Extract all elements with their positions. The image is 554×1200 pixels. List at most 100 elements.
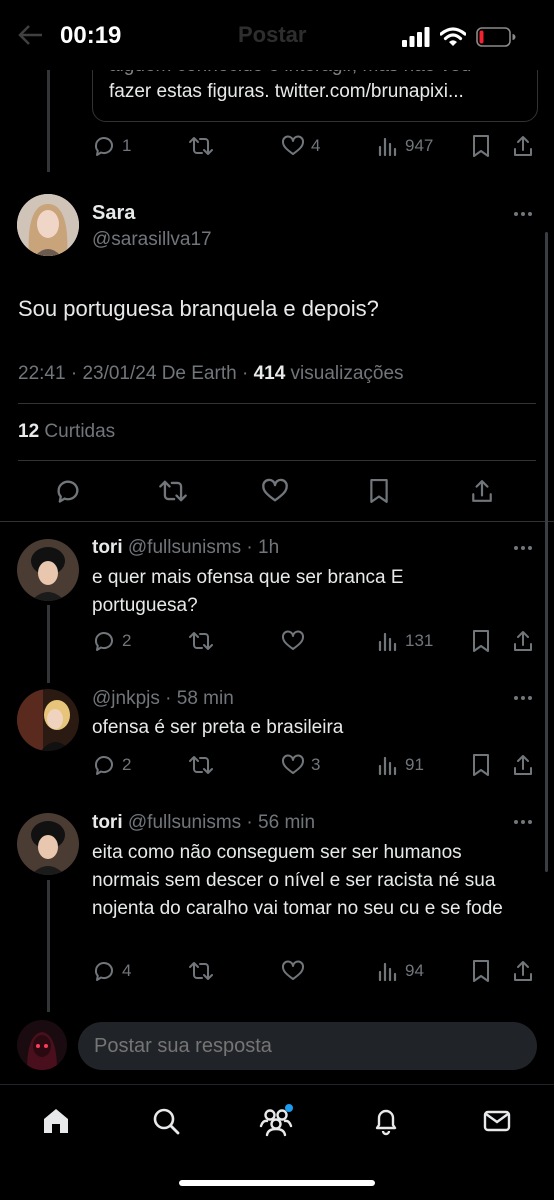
views-count: 414: [253, 363, 286, 384]
search-icon[interactable]: [146, 1101, 186, 1141]
more-options-icon[interactable]: [514, 696, 532, 700]
reply-actions: 2 131: [0, 626, 554, 656]
home-indicator[interactable]: [179, 1180, 375, 1186]
tweet-date: 23/01/24: [82, 363, 157, 384]
retweet-button[interactable]: [188, 134, 214, 158]
reply-button[interactable]: 4: [92, 959, 131, 983]
retweet-icon: [188, 959, 214, 983]
bookmark-icon: [470, 629, 492, 653]
analytics-icon: [377, 630, 399, 652]
like-button[interactable]: [281, 959, 305, 983]
analytics-icon: [377, 960, 399, 982]
status-bar: Postar 00:19: [0, 0, 554, 70]
share-button[interactable]: [512, 134, 534, 158]
communities-icon[interactable]: [256, 1101, 296, 1141]
like-button[interactable]: [281, 629, 305, 653]
retweet-button[interactable]: [188, 753, 214, 777]
reply-text: ofensa é ser preta e brasileira: [92, 717, 344, 738]
reply-author-name[interactable]: tori: [92, 812, 123, 833]
bookmark-button[interactable]: [470, 134, 492, 158]
bookmark-button[interactable]: [470, 629, 492, 653]
reply-button[interactable]: 2: [92, 629, 131, 653]
views-label[interactable]: visualizações: [291, 363, 404, 384]
messages-icon[interactable]: [477, 1101, 517, 1141]
reply-time: 56 min: [258, 812, 316, 833]
bookmark-icon: [470, 959, 492, 983]
bookmark-button[interactable]: [470, 753, 492, 777]
bookmark-button[interactable]: [367, 477, 391, 505]
back-arrow-icon[interactable]: [18, 24, 44, 46]
views-count: 131: [405, 631, 434, 650]
reply-author-handle[interactable]: @fullsunisms: [128, 812, 241, 833]
wifi-icon: [440, 27, 466, 47]
more-options-icon[interactable]: [514, 546, 532, 550]
author-handle[interactable]: @sarasillva17: [92, 229, 212, 251]
reply-author-name[interactable]: tori: [92, 537, 123, 558]
reply-input[interactable]: [78, 1022, 537, 1070]
views-button[interactable]: 131: [377, 630, 433, 652]
reply-header: @jnkpjs · 58 min: [92, 688, 234, 709]
notifications-icon[interactable]: [366, 1101, 406, 1141]
heart-icon: [281, 134, 305, 158]
author-name[interactable]: Sara: [92, 202, 135, 225]
share-button[interactable]: [512, 753, 534, 777]
retweet-button[interactable]: [188, 959, 214, 983]
bookmark-button[interactable]: [470, 959, 492, 983]
like-button[interactable]: 3: [281, 753, 320, 777]
reply-time: 58 min: [176, 688, 234, 709]
reply-author-handle[interactable]: @jnkpjs: [92, 688, 160, 709]
thread-line: [47, 880, 50, 1012]
more-options-icon[interactable]: [514, 212, 532, 216]
page-title: Postar: [238, 22, 307, 47]
home-icon[interactable]: [36, 1101, 76, 1141]
reply-button[interactable]: [54, 477, 82, 505]
share-button[interactable]: [512, 629, 534, 653]
clock: 00:19: [60, 22, 122, 49]
views-button[interactable]: 947: [377, 135, 433, 157]
battery-icon: [476, 27, 516, 47]
avatar-tori[interactable]: [17, 813, 79, 875]
retweet-button[interactable]: [188, 629, 214, 653]
divider: [0, 521, 554, 522]
reply-icon: [92, 753, 116, 777]
reply-actions: 2 3 91: [0, 750, 554, 780]
more-options-icon[interactable]: [514, 820, 532, 824]
avatar-tori[interactable]: [17, 539, 79, 601]
views-button[interactable]: 94: [377, 960, 424, 982]
scrollbar[interactable]: [545, 232, 548, 872]
reply-header: tori @fullsunisms · 56 min: [92, 812, 316, 833]
reply-time: 1h: [258, 537, 280, 558]
retweet-icon: [188, 629, 214, 653]
reply-text: e quer mais ofensa que ser branca E port…: [92, 567, 404, 616]
previous-tweet-actions: 1 4 947: [0, 131, 554, 161]
retweet-icon: [158, 477, 188, 505]
share-icon: [512, 629, 534, 653]
reply-count: 1: [122, 136, 132, 155]
reply-button[interactable]: 1: [92, 134, 131, 158]
reply-count: 2: [122, 631, 132, 650]
like-count: 4: [311, 136, 321, 155]
avatar-jnkpjs[interactable]: [17, 689, 79, 751]
tweet-meta: 22:41 · 23/01/24 De Earth · 414 visualiz…: [18, 363, 404, 384]
share-icon: [470, 477, 494, 505]
reply-actions: 4 94: [0, 956, 554, 986]
share-icon: [512, 134, 534, 158]
likes-summary[interactable]: 12 Curtidas: [18, 421, 115, 443]
share-button[interactable]: [512, 959, 534, 983]
share-icon: [512, 753, 534, 777]
like-button[interactable]: 4: [281, 134, 320, 158]
divider: [18, 460, 536, 461]
reply-author-handle[interactable]: @fullsunisms: [128, 537, 241, 558]
avatar-sara[interactable]: [17, 194, 79, 256]
like-button[interactable]: [261, 477, 289, 505]
reply-button[interactable]: 2: [92, 753, 131, 777]
retweet-button[interactable]: [158, 477, 188, 505]
views-button[interactable]: 91: [377, 754, 424, 776]
quoted-tweet-line2: fazer estas figuras. twitter.com/brunapi…: [109, 81, 464, 102]
reply-count: 4: [122, 961, 132, 980]
retweet-icon: [188, 134, 214, 158]
share-button[interactable]: [470, 477, 494, 505]
my-avatar[interactable]: [17, 1020, 67, 1070]
main-tweet-actions: [0, 476, 554, 506]
share-icon: [512, 959, 534, 983]
